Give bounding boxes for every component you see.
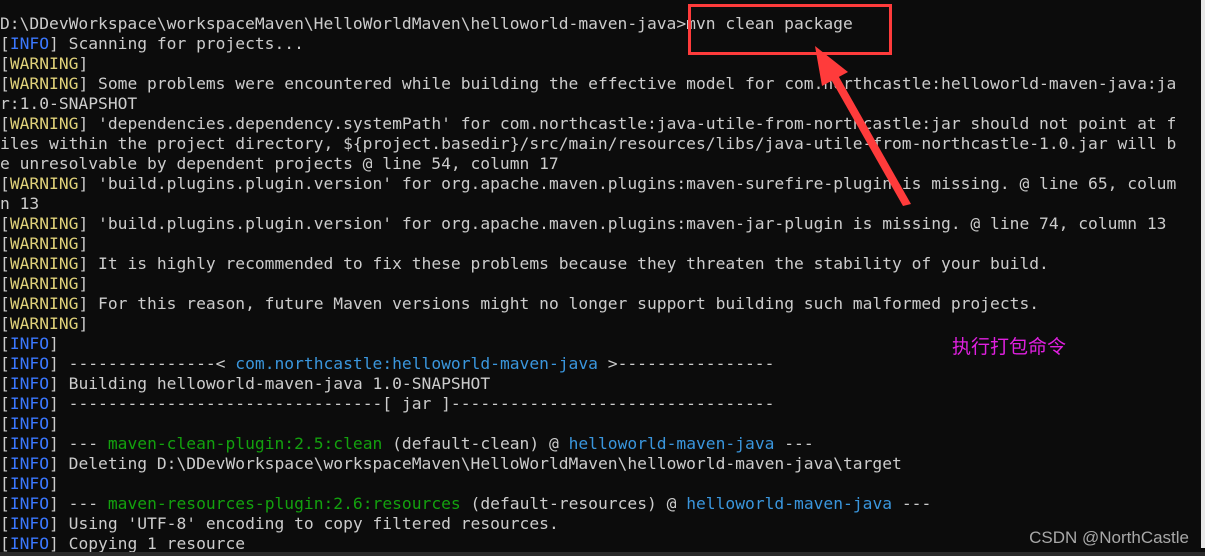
- watermark: CSDN @NorthCastle: [1029, 528, 1189, 547]
- window-edge: [0, 552, 1205, 556]
- red-arrow-icon: [815, 46, 911, 206]
- arrow-head: [815, 46, 848, 86]
- arrow-shaft: [828, 70, 911, 206]
- scrollbar[interactable]: [1201, 0, 1205, 548]
- annotation-note: 执行打包命令: [952, 336, 1067, 358]
